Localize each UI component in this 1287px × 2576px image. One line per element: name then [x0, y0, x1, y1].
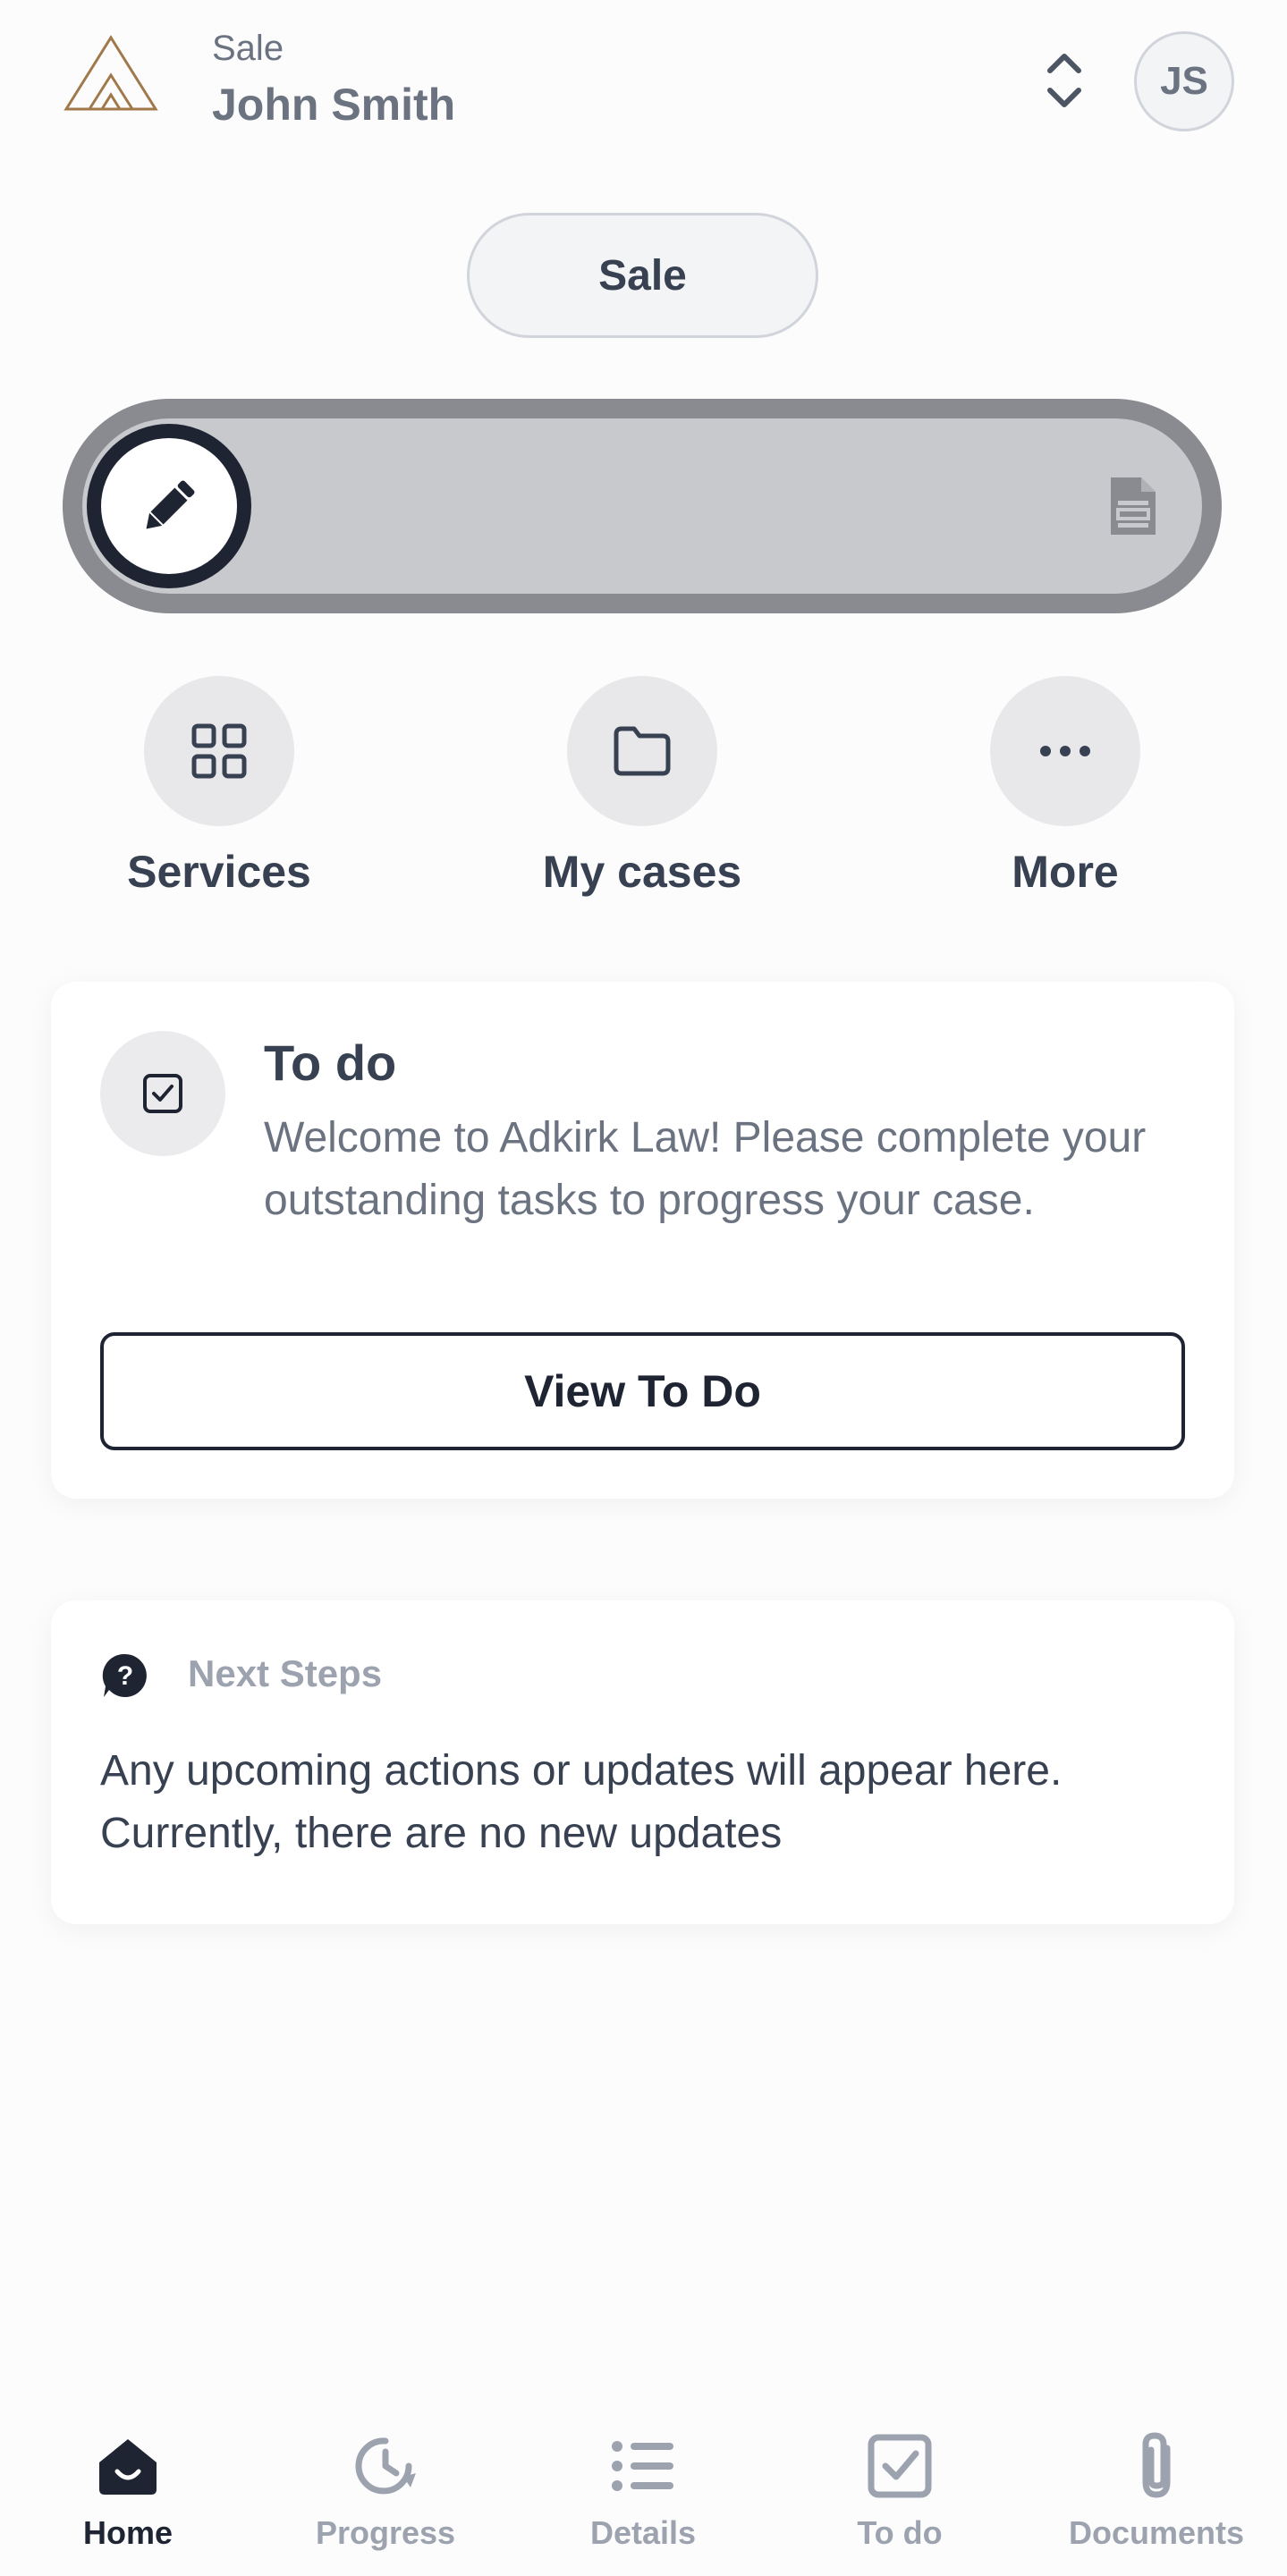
- nav-home-label: Home: [82, 2514, 174, 2551]
- services-button[interactable]: [144, 676, 294, 826]
- nav-documents-label: Documents: [1068, 2514, 1245, 2551]
- next-steps-description: Any upcoming actions or updates will app…: [100, 1747, 1063, 1857]
- my-cases-label: My cases: [542, 847, 742, 897]
- nav-progress[interactable]: Progress: [269, 2405, 502, 2552]
- my-cases-button[interactable]: [567, 676, 717, 826]
- case-switcher-button[interactable]: [1037, 49, 1091, 112]
- paperclip-icon: [1121, 2430, 1192, 2502]
- more-label: More: [1012, 847, 1119, 897]
- nav-progress-label: Progress: [315, 2514, 456, 2551]
- services-action[interactable]: Services: [85, 676, 353, 898]
- nav-todo[interactable]: To do: [783, 2405, 1016, 2552]
- todo-card-icon-wrapper: [100, 1031, 225, 1156]
- next-steps-card: ? Next Steps Any upcoming actions or upd…: [51, 1600, 1234, 1924]
- pencil-icon: [146, 480, 195, 529]
- folder-icon: [614, 726, 671, 776]
- client-name: John Smith: [212, 80, 456, 130]
- todo-card: To do Welcome to Adkirk Law! Please comp…: [51, 982, 1234, 1499]
- bottom-navigation: Home Progress Details To do Documents: [0, 2405, 1287, 2576]
- nav-home[interactable]: Home: [12, 2405, 244, 2552]
- more-action[interactable]: More: [931, 676, 1199, 898]
- user-avatar[interactable]: JS: [1134, 31, 1234, 131]
- grid-icon: [191, 723, 247, 779]
- app-header: Sale John Smith JS: [0, 0, 1287, 170]
- home-icon: [92, 2430, 164, 2502]
- nav-details[interactable]: Details: [527, 2405, 759, 2552]
- case-type-label: Sale: [212, 29, 284, 68]
- more-dots-icon: [1040, 746, 1090, 756]
- more-button[interactable]: [990, 676, 1140, 826]
- nav-todo-label: To do: [857, 2514, 943, 2551]
- view-todo-button[interactable]: View To Do: [100, 1332, 1185, 1450]
- nav-documents[interactable]: Documents: [1040, 2405, 1273, 2552]
- next-steps-title: Next Steps: [188, 1652, 383, 1694]
- todo-description: Welcome to Adkirk Law! Please complete y…: [264, 1114, 1147, 1224]
- company-logo-icon: [63, 34, 159, 113]
- question-chat-icon: ?: [100, 1651, 150, 1701]
- nav-details-label: Details: [589, 2514, 697, 2551]
- checkbox-icon: [864, 2430, 936, 2502]
- list-icon: [607, 2430, 679, 2502]
- document-icon: [1107, 474, 1159, 538]
- chevron-up-down-icon: [1047, 54, 1081, 107]
- checkbox-icon: [143, 1074, 182, 1113]
- slider-knob[interactable]: [87, 424, 251, 588]
- sale-case-pill[interactable]: Sale: [467, 213, 818, 338]
- todo-title: To do: [264, 1035, 397, 1091]
- my-cases-action[interactable]: My cases: [508, 676, 776, 898]
- svg-text:?: ?: [117, 1661, 133, 1691]
- progress-clock-icon: [350, 2430, 421, 2502]
- services-label: Services: [127, 847, 311, 897]
